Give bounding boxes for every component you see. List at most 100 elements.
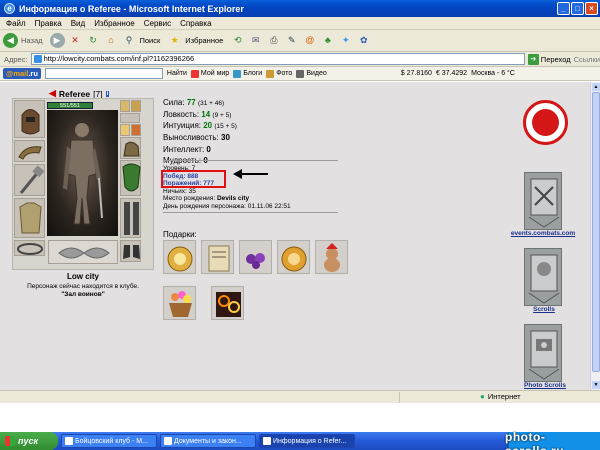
mymir-link[interactable]: Мой мир <box>190 69 229 78</box>
item-slot-a[interactable] <box>120 124 130 136</box>
task-label: Информация о Refer... <box>273 437 347 445</box>
clover-icon[interactable]: ♣ <box>320 33 335 48</box>
usd-rate[interactable]: $ 27.8160 <box>401 70 432 77</box>
character-level: [7] <box>93 88 103 99</box>
stat-label: Выносливость: <box>163 132 219 142</box>
gloves-slot[interactable] <box>120 137 141 159</box>
menu-edit[interactable]: Правка <box>35 19 62 28</box>
maximize-button[interactable]: □ <box>571 2 584 15</box>
ie-icon <box>65 437 73 445</box>
gift-flower-basket[interactable] <box>163 286 196 320</box>
bracers-slot[interactable] <box>14 140 45 162</box>
pointer-arrow-icon <box>233 169 268 179</box>
start-button[interactable]: пуск <box>0 432 58 450</box>
menu-tools[interactable]: Сервис <box>144 19 171 28</box>
shield-slot[interactable] <box>120 160 141 196</box>
stat-value: 0 <box>206 145 211 154</box>
search-icon[interactable]: ⚲ <box>122 33 137 48</box>
print-icon[interactable]: ⎙ <box>266 33 281 48</box>
go-button[interactable]: ➔ Переход <box>527 53 571 65</box>
menu-favorites[interactable]: Избранное <box>94 19 135 28</box>
gift-teddy-bear[interactable] <box>315 240 348 274</box>
weather[interactable]: Москва - 6 °C <box>471 70 515 77</box>
address-input[interactable]: http://lowcity.combats.com/inf.pl?116239… <box>30 53 525 65</box>
photo-scrolls-link[interactable]: Photo Scrolls <box>515 382 575 389</box>
blogs-link[interactable]: Блоги <box>233 69 262 78</box>
close-button[interactable]: × <box>585 2 598 15</box>
messenger-icon[interactable]: ✦ <box>338 33 353 48</box>
address-label: Адрес: <box>4 54 28 64</box>
mail-icon[interactable]: ✉ <box>248 33 263 48</box>
stat-row: Выносливость: 30 <box>163 133 237 144</box>
mailru-search-input[interactable] <box>44 68 163 79</box>
back-arrow-icon[interactable]: ◀ <box>3 33 18 48</box>
mailru-agent-icon[interactable]: ✿ <box>356 33 371 48</box>
page-icon <box>33 55 42 63</box>
clan-emblem[interactable] <box>523 100 568 145</box>
info-badge[interactable]: i <box>105 90 110 97</box>
mailru-logo[interactable]: @mail.ru <box>3 68 41 79</box>
vertical-scrollbar[interactable]: ▲ ▼ <box>590 82 600 390</box>
photo-scrolls-banner[interactable] <box>524 324 562 382</box>
birthplace-value: Devils city <box>216 195 250 202</box>
stat-label: Интуиция: <box>163 121 201 130</box>
security-zone: ● Интернет <box>480 392 521 401</box>
ring-slot-2[interactable] <box>131 100 141 112</box>
scroll-down-icon[interactable]: ▼ <box>592 381 600 389</box>
taskbar-item-active[interactable]: Информация о Refer... <box>259 434 355 448</box>
start-label: пуск <box>18 436 39 446</box>
toolbar: ◀ Назад ▶ ✕ ↻ ⌂ ⚲ Поиск ★ Избранное ⟲ ✉ … <box>0 30 600 52</box>
divider <box>163 160 338 161</box>
events-link[interactable]: events.combats.com <box>505 230 581 237</box>
gift-medal-2[interactable] <box>277 240 310 274</box>
refresh-icon[interactable]: ↻ <box>86 33 101 48</box>
back-label[interactable]: Назад <box>21 36 43 45</box>
amulet-slot[interactable] <box>120 113 140 123</box>
armor-slot[interactable] <box>14 198 45 238</box>
mailru-logo-ru: .ru <box>28 69 38 78</box>
history-icon[interactable]: ⟲ <box>230 33 245 48</box>
favorites-label[interactable]: Избранное <box>185 36 223 45</box>
stat-label: Ловкость: <box>163 109 200 119</box>
gift-grapes[interactable] <box>239 240 272 274</box>
stop-icon[interactable]: ✕ <box>68 33 83 48</box>
gift-fireworks-card[interactable] <box>211 286 244 320</box>
hp-bar: 551/551 <box>47 102 93 109</box>
at-icon[interactable]: @ <box>302 33 317 48</box>
find-button[interactable]: Найти <box>167 70 187 77</box>
taskbar-item[interactable]: Бойцовский клуб - M... <box>61 434 157 448</box>
scrolls-banner[interactable] <box>524 248 562 306</box>
weapon-slot[interactable] <box>14 164 45 196</box>
edit-icon[interactable]: ✎ <box>284 33 299 48</box>
scrolls-link[interactable]: Scrolls <box>525 306 563 313</box>
taskbar-item[interactable]: Документы и закон... <box>160 434 256 448</box>
watermark: photo-scrolls.ru <box>505 430 564 450</box>
ring-slot-1[interactable] <box>120 100 130 112</box>
links-label[interactable]: Ссылки <box>574 55 600 64</box>
favorites-star-icon[interactable]: ★ <box>167 33 182 48</box>
home-icon[interactable]: ⌂ <box>104 33 119 48</box>
video-link[interactable]: Видео <box>296 69 327 78</box>
item-slot-b[interactable] <box>131 124 141 136</box>
forward-arrow-icon[interactable]: ▶ <box>49 33 65 48</box>
gift-medal-1[interactable] <box>163 240 196 274</box>
helmet-slot[interactable] <box>14 100 45 138</box>
stat-value: 30 <box>221 132 230 142</box>
scroll-up-icon[interactable]: ▲ <box>592 83 600 91</box>
belt-slot[interactable] <box>14 240 45 256</box>
minimize-button[interactable]: _ <box>557 2 570 15</box>
scroll-thumb[interactable] <box>592 92 600 372</box>
gift-scroll[interactable] <box>201 240 234 274</box>
zone-label: Интернет <box>487 392 521 401</box>
eur-rate[interactable]: € 37.4292 <box>436 70 467 77</box>
leggings-slot[interactable] <box>120 198 141 238</box>
photo-link[interactable]: Фото <box>266 69 292 78</box>
menu-help[interactable]: Справка <box>180 19 211 28</box>
events-banner[interactable] <box>524 172 562 230</box>
menu-view[interactable]: Вид <box>71 19 85 28</box>
search-label[interactable]: Поиск <box>140 36 161 45</box>
go-arrow-icon: ➔ <box>527 53 539 65</box>
menu-file[interactable]: Файл <box>6 19 26 28</box>
status-bar: ● Интернет <box>0 390 600 403</box>
boots-slot[interactable] <box>120 240 141 262</box>
